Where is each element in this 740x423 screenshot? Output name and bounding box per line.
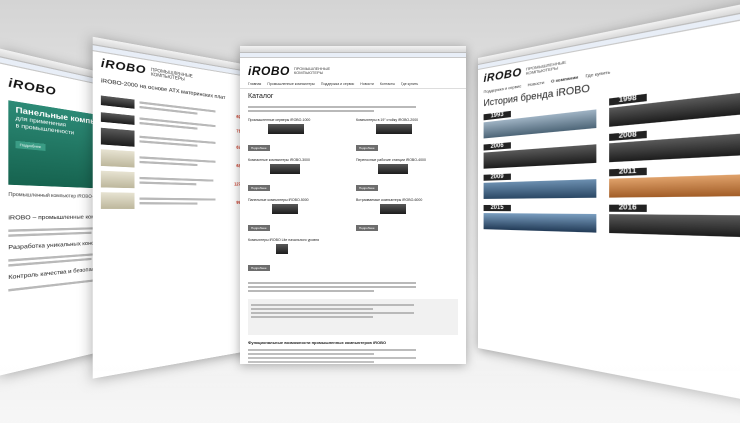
banner-more-button[interactable]: Подробнее: [16, 141, 45, 151]
site-logo[interactable]: iROBO: [248, 64, 290, 78]
product-card[interactable]: Панельные компьютеры iROBO-5000 Подробне…: [248, 198, 350, 234]
list-item[interactable]: 127 090: [101, 171, 248, 191]
more-button[interactable]: Подробнее: [356, 145, 378, 151]
year-badge: 2011: [609, 168, 647, 177]
nav-item[interactable]: Промышленные компьютеры: [267, 82, 315, 86]
nav-item[interactable]: Поддержка и сервис: [321, 82, 354, 86]
year-badge: 2009: [484, 174, 511, 181]
site-logo[interactable]: iROBO: [101, 57, 146, 77]
nav-item[interactable]: Где купить: [401, 82, 418, 86]
product-title[interactable]: Промышленные серверы iROBO-1000: [248, 118, 350, 122]
product-card[interactable]: Встраиваемые компьютеры iROBO-6000 Подро…: [356, 198, 458, 234]
product-title[interactable]: Панельные компьютеры iROBO-5000: [248, 198, 350, 202]
year-badge: 2015: [484, 205, 511, 211]
year-badge: 2008: [609, 131, 647, 141]
site-logo[interactable]: iROBO: [8, 77, 56, 99]
catalog-grid: Промышленные серверы iROBO-1000 Подробне…: [240, 114, 466, 278]
more-button[interactable]: Подробнее: [248, 145, 270, 151]
more-button[interactable]: Подробнее: [248, 225, 270, 231]
product-card[interactable]: Компьютеры iROBO Lite начального уровня …: [248, 238, 350, 274]
more-button[interactable]: Подробнее: [356, 185, 378, 191]
logo-tagline: КОМПЬЮТЕРЫ: [294, 70, 323, 75]
product-card[interactable]: Промышленные серверы iROBO-1000 Подробне…: [248, 118, 350, 154]
nav-item[interactable]: Контакты: [380, 82, 395, 86]
nav-item[interactable]: Главная: [248, 82, 261, 86]
product-card[interactable]: Компьютеры в 19" стойку iROBO-2000 Подро…: [356, 118, 458, 154]
page-title: Каталог: [240, 89, 466, 104]
more-button[interactable]: Подробнее: [356, 225, 378, 231]
product-title[interactable]: Компьютеры в 19" стойку iROBO-2000: [356, 118, 458, 122]
floor-reflection: [0, 345, 740, 423]
browser-window-catalog: iROBO ПРОМЫШЛЕННЫЕ КОМПЬЮТЕРЫ Главная Пр…: [240, 46, 466, 364]
info-block: [248, 299, 458, 335]
showcase-stage: iROBO ПРОМЫШЛЕННЫЕ КОМПЬЮТЕРЫ Поддержка …: [0, 0, 740, 423]
nav-item[interactable]: Новости: [360, 82, 374, 86]
product-title[interactable]: Переносные рабочие станции iROBO-4000: [356, 158, 458, 162]
year-badge: 2006: [484, 142, 511, 150]
product-title[interactable]: Компактные компьютеры iROBO-3000: [248, 158, 350, 162]
year-badge: 2016: [609, 205, 647, 212]
site-logo[interactable]: iROBO: [484, 66, 522, 85]
product-card[interactable]: Компактные компьютеры iROBO-3000 Подробн…: [248, 158, 350, 194]
product-list: 69 790 71 690 67 950 68 790 127 090 99 7…: [93, 86, 254, 216]
product-title[interactable]: Компьютеры iROBO Lite начального уровня: [248, 238, 350, 242]
more-button[interactable]: Подробнее: [248, 185, 270, 191]
browser-window-products: iROBO ПРОМЫШЛЕННЫЕ КОМПЬЮТЕРЫ iROBO-2000…: [93, 37, 254, 379]
more-button[interactable]: Подробнее: [248, 265, 270, 271]
product-title[interactable]: Встраиваемые компьютеры iROBO-6000: [356, 198, 458, 202]
main-nav: Главная Промышленные компьютеры Поддержк…: [240, 80, 466, 89]
window-titlebar: [240, 46, 466, 53]
list-item[interactable]: 99 790: [101, 192, 248, 209]
product-card[interactable]: Переносные рабочие станции iROBO-4000 По…: [356, 158, 458, 194]
